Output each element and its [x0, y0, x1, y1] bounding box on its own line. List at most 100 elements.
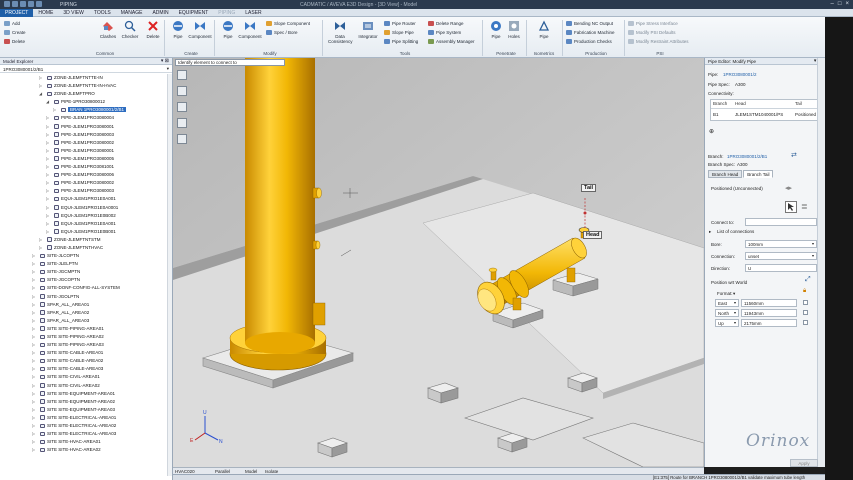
tree-item[interactable]: ▷ SITE SITE-ELECTRICAL-AREA02: [0, 422, 172, 430]
expand-icon[interactable]: ▷: [32, 277, 35, 282]
tree-item[interactable]: ▷ PIPE-JLEM1PRO3080001: [0, 123, 172, 131]
expand-icon[interactable]: ▷: [39, 83, 42, 88]
tab-project[interactable]: PROJECT: [0, 9, 34, 17]
expand-icon[interactable]: ▷: [32, 334, 35, 339]
tree-item[interactable]: ▷ PIPE-JLEM1PRO3080004: [0, 114, 172, 122]
format-dropdown[interactable]: ▾: [733, 291, 735, 297]
north-lock-checkbox[interactable]: [803, 310, 808, 315]
pin-icon[interactable]: ▾ ⊠: [161, 58, 169, 64]
tree-item[interactable]: ▷ SITE SITE-EQUIPMENT-AREA03: [0, 406, 172, 414]
expand-icon[interactable]: ▷: [32, 374, 35, 379]
create-small-button[interactable]: Create: [4, 30, 26, 37]
tree-item[interactable]: ▷ SITE-JGCMPTN: [0, 268, 172, 276]
tree-item[interactable]: ▷ ZONE-JLEMFTNTTE-IN: [0, 74, 172, 82]
up-axis-select[interactable]: Up ▾: [715, 319, 739, 327]
expand-icon[interactable]: ▷: [32, 383, 35, 388]
tree-item[interactable]: ▷ EQUI-JLEM1PRO1E0B002: [0, 212, 172, 220]
expand-icon[interactable]: ▷: [46, 115, 49, 120]
pick-position-icon[interactable]: ⤢: [805, 276, 811, 284]
direction-arrows-icon[interactable]: ◂▸: [785, 184, 792, 192]
data-consistency-button[interactable]: Data Consistency: [328, 20, 353, 44]
tree-item[interactable]: ▷ ZONE-JLEMFTNTTE-IN-HVAC: [0, 82, 172, 90]
tree-item[interactable]: ▷ SITE SITE-ELECTRICAL-AREA03: [0, 430, 172, 438]
expand-icon[interactable]: ▷: [39, 237, 42, 242]
pipe-splitting-button[interactable]: Pipe Splitting: [384, 39, 418, 46]
collapse-icon[interactable]: ◢: [39, 91, 42, 96]
expand-icon[interactable]: ▷: [32, 407, 35, 412]
view-tool-button[interactable]: [177, 70, 187, 80]
spec-bore-button[interactable]: Spec / Bore: [266, 30, 298, 37]
expand-icon[interactable]: ▷: [39, 245, 42, 250]
delete-range-button[interactable]: Delete Range: [428, 21, 464, 28]
north-axis-select[interactable]: North ▾: [715, 309, 739, 317]
tree-item[interactable]: ▷ PIPE-JLEM1PRO3080003: [0, 131, 172, 139]
tree-item[interactable]: ▷ SITE-JLCOPTN: [0, 252, 172, 260]
tab-piping[interactable]: PIPING: [213, 9, 240, 17]
tab-tools[interactable]: TOOLS: [89, 9, 116, 17]
isometrics-pipe-button[interactable]: Pipe: [532, 20, 556, 39]
orbit-tool-button[interactable]: [177, 134, 187, 144]
tree-item[interactable]: ▷ ZONE-JLEMFTNTSTM: [0, 236, 172, 244]
expand-icon[interactable]: ▷: [32, 285, 35, 290]
tab-branch-tail[interactable]: Branch Tail: [743, 170, 774, 178]
window-controls[interactable]: – □ ×: [831, 1, 849, 7]
tree-item[interactable]: ▷ SPAR_ALL_AREA03: [0, 317, 172, 325]
tree-item[interactable]: ▷ SITE-DONF-CONFIG-ALL-SYSTEM: [0, 284, 172, 292]
expand-icon[interactable]: ▷: [46, 196, 49, 201]
connection-select[interactable]: unset ▾: [745, 252, 817, 260]
north-coordinate-input[interactable]: 11943mm: [741, 309, 797, 317]
more-icon[interactable]: ⊕: [709, 128, 714, 135]
tab-manage[interactable]: MANAGE: [116, 9, 148, 17]
zoom-tool-button[interactable]: [177, 86, 187, 96]
tree-item[interactable]: ▷ PIPE-JLEM1PRO3080002: [0, 179, 172, 187]
create-pipe-button[interactable]: Pipe: [166, 20, 190, 39]
tree-item[interactable]: ▷ SITE-JGOLPTN: [0, 293, 172, 301]
expand-icon[interactable]: ▷: [32, 366, 35, 371]
connect-to-field[interactable]: [745, 218, 817, 226]
tree-item[interactable]: ◢ PIPE-1PRO30800012: [0, 98, 172, 106]
expand-icon[interactable]: ▷: [46, 188, 49, 193]
assembly-manager-button[interactable]: Assembly Manager: [428, 39, 475, 46]
slope-component-button[interactable]: Slope Component: [266, 21, 310, 28]
clashes-button[interactable]: Clashes: [96, 20, 120, 39]
expand-icon[interactable]: ▷: [32, 302, 35, 307]
tree-item[interactable]: ▷ SITE SITE-CABLE-AREA03: [0, 365, 172, 373]
expand-icon[interactable]: ▷: [32, 326, 35, 331]
tree-item[interactable]: ▷ SITE-JGCOPTN: [0, 276, 172, 284]
slope-pipe-button[interactable]: Slope Pipe: [384, 30, 414, 37]
lock-icon[interactable]: 🔒︎: [803, 288, 806, 295]
expand-icon[interactable]: ▷: [39, 75, 42, 80]
bore-select[interactable]: 100mm ▾: [745, 240, 817, 248]
tree-item[interactable]: ▷ SITE SITE-CIVIL-AREA01: [0, 373, 172, 381]
tree-item[interactable]: ▷ PIPE-JLEM1PRO3080001: [0, 147, 172, 155]
production-checks-button[interactable]: Production Checks: [566, 39, 612, 46]
tree-item[interactable]: ▷ SITE SITE-EQUIPMENT-AREA01: [0, 390, 172, 398]
pipe-name-link[interactable]: 1PRO3080001/2: [723, 72, 757, 77]
expand-icon[interactable]: ▷: [32, 253, 35, 258]
collapse-icon[interactable]: ◢: [46, 99, 49, 104]
tree-item[interactable]: ▷ PIPE-JLEM1PRO3080006: [0, 171, 172, 179]
expand-icon[interactable]: ▷: [46, 148, 49, 153]
tree-item[interactable]: ▷ EQUI-JLEM1PRO1E0A001: [0, 195, 172, 203]
tab-equipment[interactable]: EQUIPMENT: [174, 9, 214, 17]
fabrication-machine-button[interactable]: Fabrication Machine: [566, 30, 615, 37]
maximize-icon[interactable]: □: [838, 1, 842, 7]
branch-name-link[interactable]: 1PRO3080001/2/B1: [727, 154, 767, 159]
integrator-button[interactable]: Integrator: [356, 20, 380, 39]
explorer-scrollbar[interactable]: [167, 74, 172, 476]
tree-item[interactable]: ▷ SITE SITE-EQUIPMENT-AREA02: [0, 398, 172, 406]
expand-icon[interactable]: ▷: [46, 229, 49, 234]
tab-3d-view[interactable]: 3D VIEW: [58, 9, 89, 17]
tree-item[interactable]: ▷ SITE SITE-PIPING-AREA03: [0, 341, 172, 349]
tab-home[interactable]: HOME: [33, 9, 58, 17]
holes-button[interactable]: Holes: [502, 20, 526, 39]
apply-button[interactable]: Apply: [790, 459, 818, 467]
bending-nc-output-button[interactable]: Bending NC Output: [566, 21, 613, 28]
expand-icon[interactable]: ▷: [32, 391, 35, 396]
tree-item[interactable]: ▷ SPAR_ALL_AREA02: [0, 309, 172, 317]
add-small-button[interactable]: Add: [4, 21, 20, 28]
tab-admin[interactable]: ADMIN: [147, 9, 173, 17]
expand-icon[interactable]: ▷: [46, 124, 49, 129]
expand-icon[interactable]: ▷: [32, 447, 35, 452]
expand-icon[interactable]: ▷: [46, 164, 49, 169]
